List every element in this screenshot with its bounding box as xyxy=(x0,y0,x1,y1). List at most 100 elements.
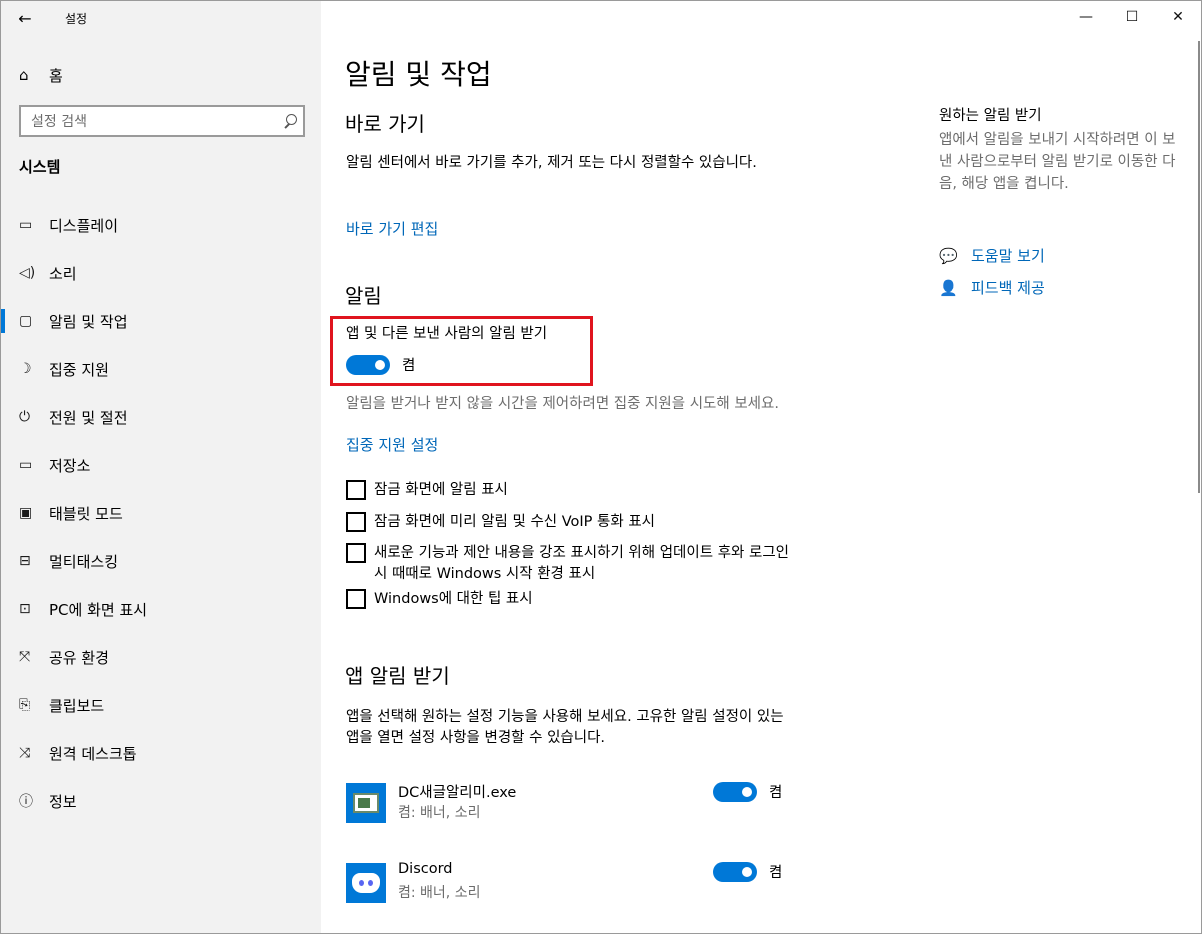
lockscreen-reminders-checkbox[interactable]: 잠금 화면에 미리 알림 및 수신 VoIP 통화 표시 xyxy=(346,512,806,533)
sidebar-nav: ▭ 디스플레이 ◁) 소리 ▢ 알림 및 작업 ☽ 집중 지원 ⏻ 전원 및 절전 ▭ 저장… xyxy=(1,201,321,825)
checkbox-box[interactable] xyxy=(346,589,366,609)
windows-tips-checkbox[interactable]: Windows에 대한 팁 표시 xyxy=(346,589,806,610)
sidebar-item-label: 멀티태스킹 xyxy=(49,552,119,571)
app-name: Discord xyxy=(398,861,453,877)
sidebar-item-label: 태블릿 모드 xyxy=(49,504,123,523)
get-help-link[interactable]: 💬 도움말 보기 xyxy=(939,245,1045,266)
close-icon: ✕ xyxy=(1172,9,1184,25)
home-label: 홈 xyxy=(49,66,63,85)
give-feedback-link[interactable]: 👤 피드백 제공 xyxy=(939,277,1045,298)
sidebar-item-shared[interactable]: ⤧ 공유 환경 xyxy=(1,633,321,681)
toggle-switch[interactable] xyxy=(346,354,390,375)
sidebar-item-label: 원격 데스크톱 xyxy=(49,744,137,763)
toggle-switch[interactable] xyxy=(713,861,757,882)
dc-app-icon xyxy=(346,783,386,823)
sidebar-item-label: 저장소 xyxy=(49,456,91,475)
app-item-dc[interactable]: DC새글알리미.exe 켬: 배너, 소리 켬 xyxy=(346,781,791,825)
checkbox-box[interactable] xyxy=(346,480,366,500)
toggle-switch[interactable] xyxy=(713,781,757,802)
speaker-icon: ◁) xyxy=(19,265,36,281)
welcome-experience-checkbox[interactable]: 새로운 기능과 제안 내용을 강조 표시하기 위해 업데이트 후와 로그인 시 … xyxy=(346,543,796,585)
checkbox-label: Windows에 대한 팁 표시 xyxy=(374,591,533,607)
back-button[interactable]: ← xyxy=(9,5,41,31)
app-subtext: 켬: 배너, 소리 xyxy=(398,805,481,821)
app-name: DC새글알리미.exe xyxy=(398,785,517,801)
discord-app-icon xyxy=(346,863,386,903)
sidebar-item-storage[interactable]: ▭ 저장소 xyxy=(1,441,321,489)
give-feedback-label: 피드백 제공 xyxy=(971,279,1045,297)
remote-icon: ⤨ xyxy=(19,745,31,761)
app-item-discord[interactable]: Discord 켬: 배너, 소리 켬 xyxy=(346,861,791,905)
quick-actions-description: 알림 센터에서 바로 가기를 추가, 제거 또는 다시 정렬할수 있습니다. xyxy=(346,155,757,171)
focus-assist-hint: 알림을 받거나 받지 않을 시간을 제어하려면 집중 지원을 시도해 보세요. xyxy=(346,396,779,412)
sidebar-item-label: 공유 환경 xyxy=(49,648,109,667)
content-pane: 알림 및 작업 바로 가기 알림 센터에서 바로 가기를 추가, 제거 또는 다… xyxy=(321,1,1201,933)
sidebar-item-label: 알림 및 작업 xyxy=(49,312,128,331)
app-title: 설정 xyxy=(65,12,88,26)
home-icon: ⌂ xyxy=(19,66,29,84)
checkbox-box[interactable] xyxy=(346,543,366,563)
sidebar-item-label: 집중 지원 xyxy=(49,360,109,379)
checkbox-box[interactable] xyxy=(346,512,366,532)
sidebar-item-label: 소리 xyxy=(49,264,77,283)
toggle-state: 켬 xyxy=(402,358,416,374)
lockscreen-notifications-checkbox[interactable]: 잠금 화면에 알림 표시 xyxy=(346,480,806,501)
sidebar-item-focus-assist[interactable]: ☽ 집중 지원 xyxy=(1,345,321,393)
moon-icon: ☽ xyxy=(19,361,32,377)
sidebar-item-multitasking[interactable]: ⊟ 멀티태스킹 xyxy=(1,537,321,585)
app-notifications-description: 앱을 선택해 원하는 설정 기능을 사용해 보세요. 고유한 알림 설정이 있는… xyxy=(346,709,784,746)
notifications-toggle[interactable]: 켬 xyxy=(346,354,415,375)
arrow-left-icon: ← xyxy=(18,8,32,28)
display-icon: ▭ xyxy=(19,217,33,233)
related-title: 원하는 알림 받기 xyxy=(939,108,1042,124)
search-icon[interactable] xyxy=(283,114,297,128)
multitask-icon: ⊟ xyxy=(19,553,31,569)
sidebar-item-project[interactable]: ⊡ PC에 화면 표시 xyxy=(1,585,321,633)
sidebar-item-tablet[interactable]: ▣ 태블릿 모드 xyxy=(1,489,321,537)
minimize-button[interactable]: — xyxy=(1063,1,1109,33)
sidebar-item-about[interactable]: ⓘ 정보 xyxy=(1,777,321,825)
sidebar-item-notifications[interactable]: ▢ 알림 및 작업 xyxy=(1,297,321,345)
settings-window: ← 설정 ⌂ 홈 설정 검색 시스템 ▭ 디스플레이 ◁) 소리 ▢ 알림 및 작업 … xyxy=(0,0,1202,934)
focus-assist-settings-link[interactable]: 집중 지원 설정 xyxy=(346,434,438,455)
clipboard-icon: ⎘ xyxy=(19,697,31,713)
scrollbar[interactable] xyxy=(1198,41,1200,493)
home-link[interactable]: ⌂ 홈 xyxy=(19,63,63,87)
maximize-button[interactable]: ☐ xyxy=(1109,1,1155,33)
caption-buttons: — ☐ ✕ xyxy=(1063,1,1201,33)
sidebar-item-display[interactable]: ▭ 디스플레이 xyxy=(1,201,321,249)
page-title: 알림 및 작업 xyxy=(345,58,492,91)
sidebar-item-label: 전원 및 절전 xyxy=(49,408,128,427)
sidebar-item-label: 디스플레이 xyxy=(49,216,119,235)
sidebar-item-remote[interactable]: ⤨ 원격 데스크톱 xyxy=(1,729,321,777)
share-icon: ⤧ xyxy=(19,649,31,665)
edit-quick-actions-link[interactable]: 바로 가기 편집 xyxy=(346,218,438,239)
checkbox-label: 잠금 화면에 미리 알림 및 수신 VoIP 통화 표시 xyxy=(374,514,655,530)
quick-actions-heading: 바로 가기 xyxy=(345,112,425,136)
help-icon: 💬 xyxy=(939,246,958,265)
toggle-state: 켬 xyxy=(769,865,783,881)
close-button[interactable]: ✕ xyxy=(1155,1,1201,33)
sidebar-item-clipboard[interactable]: ⎘ 클립보드 xyxy=(1,681,321,729)
search-placeholder: 설정 검색 xyxy=(31,114,87,130)
sidebar-item-label: PC에 화면 표시 xyxy=(49,600,148,619)
related-description: 앱에서 알림을 보내기 시작하려면 이 보낸 사람으로부터 알림 받기로 이동한… xyxy=(939,132,1176,192)
project-icon: ⊡ xyxy=(19,601,31,617)
tablet-icon: ▣ xyxy=(19,505,33,521)
sidebar: ← 설정 ⌂ 홈 설정 검색 시스템 ▭ 디스플레이 ◁) 소리 ▢ 알림 및 작업 … xyxy=(1,1,321,933)
checkbox-label: 잠금 화면에 알림 표시 xyxy=(374,482,508,498)
sidebar-item-power[interactable]: ⏻ 전원 및 절전 xyxy=(1,393,321,441)
app-toggle[interactable]: 켬 xyxy=(713,781,782,802)
notifications-toggle-label: 앱 및 다른 보낸 사람의 알림 받기 xyxy=(346,326,548,342)
search-input[interactable]: 설정 검색 xyxy=(19,105,305,137)
toggle-state: 켬 xyxy=(769,785,783,801)
sidebar-item-sound[interactable]: ◁) 소리 xyxy=(1,249,321,297)
category-title: 시스템 xyxy=(19,158,61,176)
app-notifications-heading: 앱 알림 받기 xyxy=(345,664,450,688)
app-toggle[interactable]: 켬 xyxy=(713,861,782,882)
get-help-label: 도움말 보기 xyxy=(971,247,1045,265)
notifications-heading: 알림 xyxy=(345,284,382,308)
minimize-icon: — xyxy=(1079,9,1093,25)
sidebar-item-label: 클립보드 xyxy=(49,696,105,715)
maximize-icon: ☐ xyxy=(1125,9,1139,25)
